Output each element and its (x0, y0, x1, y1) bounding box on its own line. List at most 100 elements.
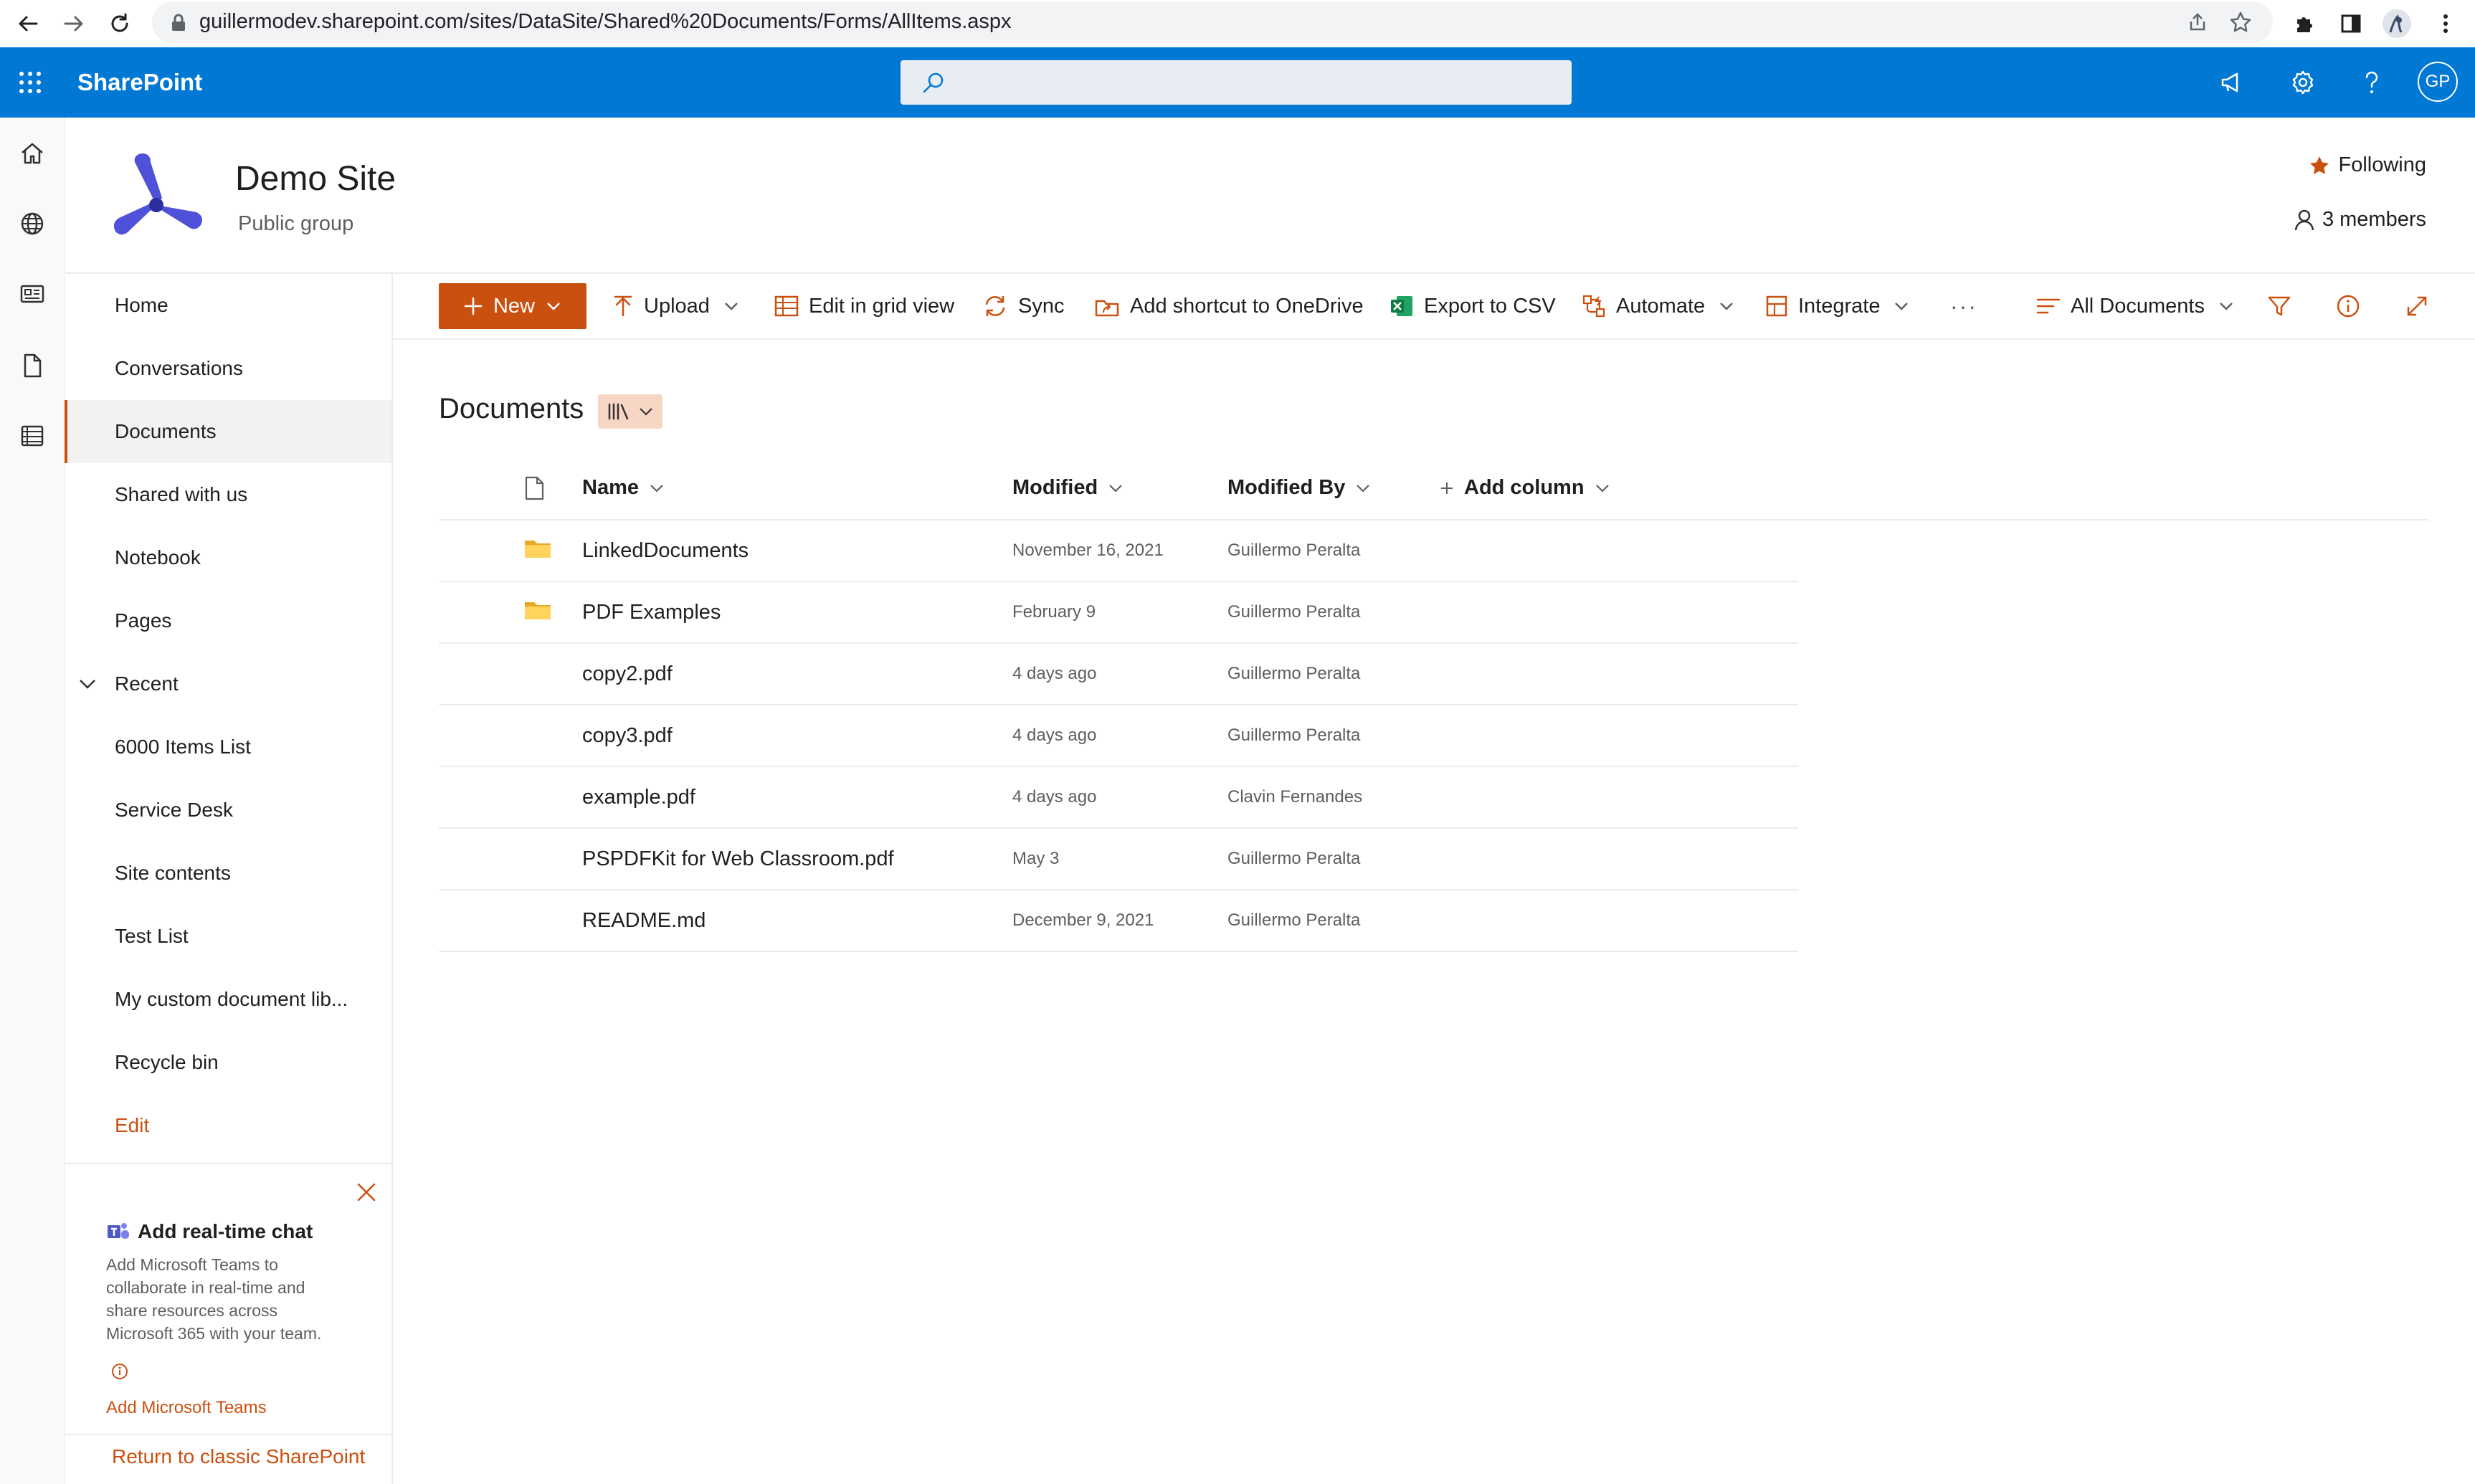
modified-by[interactable]: Guillermo Peralta (1227, 541, 1360, 561)
forward-button[interactable] (56, 6, 92, 42)
modified-by[interactable]: Clavin Fernandes (1227, 787, 1362, 807)
fullscreen-button[interactable] (2405, 285, 2429, 327)
modified-by[interactable]: Guillermo Peralta (1227, 910, 1360, 931)
browser-menu-button[interactable] (2429, 7, 2462, 40)
nav-item-documents[interactable]: Documents (65, 400, 391, 463)
reload-button[interactable] (102, 6, 138, 42)
chevron-down-icon (650, 484, 663, 493)
details-pane-button[interactable] (2336, 285, 2360, 327)
file-name-link[interactable]: PSPDFKit for Web Classroom.pdf (582, 847, 894, 871)
nav-item-service-desk[interactable]: Service Desk (65, 779, 391, 842)
rail-sites-button[interactable] (15, 206, 49, 241)
modified-by[interactable]: Guillermo Peralta (1227, 849, 1360, 869)
reload-icon (111, 13, 128, 32)
side-panel-button[interactable] (2334, 7, 2367, 40)
app-launcher-button[interactable] (13, 65, 47, 100)
announcements-button[interactable] (2215, 65, 2250, 100)
share-page-button[interactable] (2181, 6, 2214, 39)
nav-item-notebook[interactable]: Notebook (65, 526, 391, 589)
rail-news-button[interactable] (15, 277, 49, 311)
chevron-down-icon (1109, 484, 1122, 493)
file-name-link[interactable]: copy2.pdf (582, 662, 673, 686)
search-input[interactable] (901, 60, 1572, 105)
table-row[interactable]: PDF Examples February 9 Guillermo Peralt… (439, 581, 1798, 644)
nav-item-recycle-bin[interactable]: Recycle bin (65, 1031, 391, 1094)
sync-button[interactable]: Sync (982, 285, 1064, 327)
upload-button[interactable]: Upload (612, 285, 740, 327)
rail-home-button[interactable] (15, 136, 49, 171)
news-icon (20, 285, 44, 303)
add-microsoft-teams-link[interactable]: Add Microsoft Teams (106, 1398, 267, 1418)
modified-date: February 9 (1012, 602, 1096, 622)
nav-item-home[interactable]: Home (65, 274, 391, 337)
automate-button[interactable]: Automate (1582, 285, 1735, 327)
file-name-link[interactable]: LinkedDocuments (582, 539, 749, 563)
filter-icon (2268, 296, 2291, 316)
following-button[interactable]: Following (2309, 153, 2426, 177)
extensions-button[interactable] (2289, 7, 2322, 40)
info-icon[interactable] (110, 1362, 129, 1381)
add-column-button[interactable]: Add column (1440, 476, 1610, 500)
nav-item-test-list[interactable]: Test List (65, 905, 391, 968)
profile-button[interactable] (2380, 7, 2413, 40)
table-row[interactable]: copy2.pdf 4 days ago Guillermo Peralta (439, 642, 1798, 705)
modified-by[interactable]: Guillermo Peralta (1227, 602, 1360, 622)
chevron-down-icon (1895, 303, 1909, 310)
nav-item-pages[interactable]: Pages (65, 589, 391, 652)
filter-button[interactable] (2267, 285, 2291, 327)
table-row[interactable]: README.md December 9, 2021 Guillermo Per… (439, 889, 1798, 952)
table-row[interactable]: example.pdf 4 days ago Clavin Fernandes (439, 766, 1798, 829)
help-button[interactable] (2355, 65, 2389, 100)
column-header-name[interactable]: Name (582, 476, 665, 500)
chevron-down-icon (1357, 484, 1370, 493)
file-name-link[interactable]: copy3.pdf (582, 724, 673, 748)
library-view-switcher[interactable] (598, 394, 662, 429)
app-name[interactable]: SharePoint (77, 69, 202, 96)
star-outline-icon (2230, 11, 2251, 32)
table-row[interactable]: PSPDFKit for Web Classroom.pdf May 3 Gui… (439, 827, 1798, 890)
table-row[interactable]: LinkedDocuments November 16, 2021 Guille… (439, 519, 1798, 582)
back-button[interactable] (10, 6, 46, 42)
nav-item-recent[interactable]: Recent (65, 652, 391, 715)
modified-by[interactable]: Guillermo Peralta (1227, 664, 1360, 684)
shortcut-icon (1095, 300, 1119, 317)
nav-item-site-contents[interactable]: Site contents (65, 842, 391, 905)
nav-item-conversations[interactable]: Conversations (65, 337, 391, 400)
members-label: 3 members (2322, 208, 2426, 231)
automate-label: Automate (1616, 294, 1706, 318)
nav-edit-link[interactable]: Edit (65, 1094, 391, 1157)
more-commands-button[interactable]: ··· (1950, 285, 1977, 327)
site-logo[interactable] (106, 146, 208, 248)
file-name-link[interactable]: README.md (582, 909, 706, 933)
nav-item-6000-items-list[interactable]: 6000 Items List (65, 715, 391, 779)
view-selector-button[interactable]: All Documents (2036, 285, 2235, 327)
column-header-modified[interactable]: Modified (1012, 476, 1124, 500)
settings-button[interactable] (2286, 65, 2320, 100)
file-name-link[interactable]: example.pdf (582, 786, 695, 809)
rail-files-button[interactable] (15, 348, 49, 383)
account-avatar[interactable]: GP (2418, 62, 2458, 102)
integrate-button[interactable]: Integrate (1765, 285, 1910, 327)
chevron-down-icon (2220, 303, 2233, 310)
edit-grid-view-button[interactable]: Edit in grid view (774, 285, 954, 327)
table-row[interactable]: copy3.pdf 4 days ago Guillermo Peralta (439, 704, 1798, 767)
close-icon[interactable] (354, 1180, 379, 1204)
integrate-icon (1766, 295, 1787, 317)
rail-lists-button[interactable] (15, 419, 49, 453)
chevron-down-icon (725, 303, 738, 310)
file-name-link[interactable]: PDF Examples (582, 601, 721, 624)
address-bar[interactable]: guillermodev.sharepoint.com/sites/DataSi… (152, 1, 2273, 43)
new-button[interactable]: New (439, 283, 586, 329)
nav-item-shared-with-us[interactable]: Shared with us (65, 463, 391, 526)
chevron-down-icon[interactable] (77, 674, 98, 694)
column-header-modified-by[interactable]: Modified By (1227, 476, 1371, 500)
nav-item-custom-document-library[interactable]: My custom document lib... (65, 968, 391, 1031)
bookmark-button[interactable] (2224, 6, 2257, 39)
file-type-icon[interactable] (523, 476, 545, 500)
members-button[interactable]: 3 members (2294, 208, 2426, 232)
add-shortcut-onedrive-button[interactable]: Add shortcut to OneDrive (1094, 285, 1364, 327)
column-header-label: Name (582, 476, 639, 499)
return-to-classic-link[interactable]: Return to classic SharePoint (112, 1445, 365, 1468)
export-csv-button[interactable]: Export to CSV (1389, 285, 1556, 327)
modified-by[interactable]: Guillermo Peralta (1227, 726, 1360, 746)
